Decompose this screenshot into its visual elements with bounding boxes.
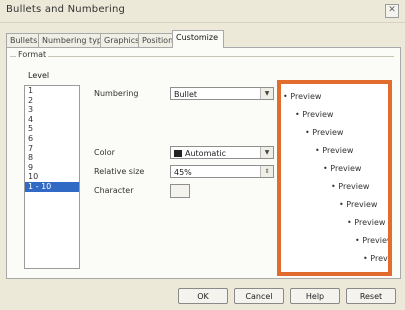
ok-button[interactable]: OK xyxy=(178,288,228,304)
preview-line: • Preview xyxy=(339,200,378,209)
level-item[interactable]: 1 xyxy=(25,86,79,96)
character-label: Character xyxy=(94,186,134,195)
level-item[interactable]: 2 xyxy=(25,96,79,106)
level-item[interactable]: 10 xyxy=(25,172,79,182)
level-item[interactable]: 3 xyxy=(25,105,79,115)
spin-arrows-icon[interactable]: ⇕ xyxy=(260,166,273,177)
chevron-down-icon: ▼ xyxy=(260,147,273,158)
numbering-select[interactable]: Bullet ▼ xyxy=(170,87,274,100)
level-item[interactable]: 5 xyxy=(25,124,79,134)
level-item[interactable]: 8 xyxy=(25,153,79,163)
preview-line: • Preview xyxy=(283,92,322,101)
tab-numbering-type[interactable]: Numbering type xyxy=(38,33,107,48)
preview-line: • Preview xyxy=(355,236,392,245)
preview-line: • Preview xyxy=(315,146,354,155)
color-label: Color xyxy=(94,148,115,157)
tab-customize[interactable]: Customize xyxy=(172,30,224,48)
numbering-value: Bullet xyxy=(174,90,198,99)
color-swatch xyxy=(174,150,182,157)
level-item[interactable]: 9 xyxy=(25,163,79,173)
close-icon[interactable]: ✕ xyxy=(385,4,399,18)
level-item[interactable]: 6 xyxy=(25,134,79,144)
preview-line: • Preview xyxy=(331,182,370,191)
level-list[interactable]: 1 2 3 4 5 6 7 8 9 10 1 - 10 xyxy=(24,85,80,269)
preview-line: • Preview xyxy=(347,218,386,227)
preview-line: • Preview xyxy=(323,164,362,173)
preview-line: • Preview xyxy=(295,110,334,119)
relative-size-spinner[interactable]: 45% ⇕ xyxy=(170,165,274,178)
relative-size-label: Relative size xyxy=(94,167,145,176)
preview-line: • Preview xyxy=(363,254,390,263)
cancel-button[interactable]: Cancel xyxy=(234,288,284,304)
title-bar: Bullets and Numbering ✕ xyxy=(0,0,405,23)
format-group-label: Format xyxy=(16,50,49,59)
level-item-selected[interactable]: 1 - 10 xyxy=(25,181,79,192)
level-item[interactable]: 4 xyxy=(25,115,79,125)
chevron-down-icon: ▼ xyxy=(260,88,273,99)
preview-line: • Preview xyxy=(305,128,344,137)
preview-pane: • Preview • Preview • Preview • Preview … xyxy=(277,80,392,276)
reset-button[interactable]: Reset xyxy=(346,288,396,304)
level-label: Level xyxy=(28,71,50,80)
color-select[interactable]: Automatic ▼ xyxy=(170,146,274,159)
help-button[interactable]: Help xyxy=(290,288,340,304)
relative-size-value: 45% xyxy=(174,168,192,177)
level-item[interactable]: 7 xyxy=(25,144,79,154)
numbering-label: Numbering xyxy=(94,89,139,98)
window-title: Bullets and Numbering xyxy=(6,4,126,15)
color-value: Automatic xyxy=(185,149,227,158)
character-button[interactable] xyxy=(170,184,190,198)
